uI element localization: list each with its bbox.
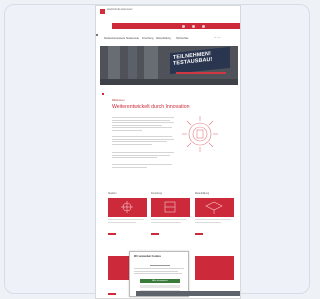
intro-text (112, 117, 176, 133)
cookie-settings-button[interactable] (140, 285, 180, 288)
education-icon (205, 201, 223, 214)
website-preview: Hochschule Hannover Studieninteressierte… (95, 5, 241, 299)
study-icon (121, 201, 133, 213)
cookie-text (134, 268, 186, 276)
section-image (108, 198, 147, 217)
intro-text (112, 164, 176, 169)
intro-text (112, 136, 176, 146)
section-image (195, 198, 234, 217)
nav-item[interactable]: Forschung (142, 37, 153, 40)
intro-kicker: Willkommen (112, 100, 125, 102)
language-icon[interactable] (192, 24, 195, 28)
hero-banner: TEILNEHMEN! TESTAUSBAU! (170, 46, 230, 75)
section-card[interactable]: Studium (108, 193, 148, 235)
main-nav: Studieninteressierte Studierende Forschu… (100, 37, 220, 41)
nav-item[interactable]: Weiterbildung (156, 37, 171, 40)
bottom-bar (136, 291, 240, 296)
bullet-icon (102, 93, 104, 95)
search-icon[interactable] (182, 24, 185, 28)
intro-text (112, 152, 176, 160)
hero-tag (176, 72, 226, 74)
logo-text: Hochschule Hannover (107, 8, 133, 11)
nav-item[interactable]: Studierende (126, 37, 139, 40)
more-button[interactable] (108, 293, 116, 295)
more-button[interactable] (151, 233, 159, 235)
home-icon[interactable] (96, 34, 98, 36)
accept-cookies-label: Alle akzeptieren (152, 279, 168, 282)
section-title: Weiterbildung (195, 193, 210, 195)
cookie-title: Wir verwenden Cookies (134, 255, 161, 258)
top-bar (112, 23, 240, 29)
section-image (151, 198, 190, 217)
logo (100, 9, 105, 14)
more-button[interactable] (195, 233, 203, 235)
nav-item[interactable]: Studieninteressierte (104, 37, 125, 40)
cookie-logo (150, 262, 170, 266)
section-title: Forschung (151, 193, 162, 195)
menu-icon[interactable] (202, 24, 205, 28)
nav-item[interactable]: Hochschule (176, 37, 189, 40)
teaser-image[interactable] (195, 256, 234, 280)
language-switch[interactable]: de | en (214, 37, 236, 39)
section-card[interactable]: Weiterbildung (195, 193, 235, 235)
more-button[interactable] (108, 233, 116, 235)
section-title: Studium (108, 193, 117, 195)
innovation-badge-icon (182, 116, 218, 152)
intro-headline: Weiterentwickelt durch Innovation (112, 104, 190, 110)
research-icon (164, 201, 176, 213)
accept-cookies-button[interactable]: Alle akzeptieren (140, 279, 180, 283)
section-card[interactable]: Forschung (151, 193, 191, 235)
hero-image: TEILNEHMEN! TESTAUSBAU! (100, 46, 238, 85)
